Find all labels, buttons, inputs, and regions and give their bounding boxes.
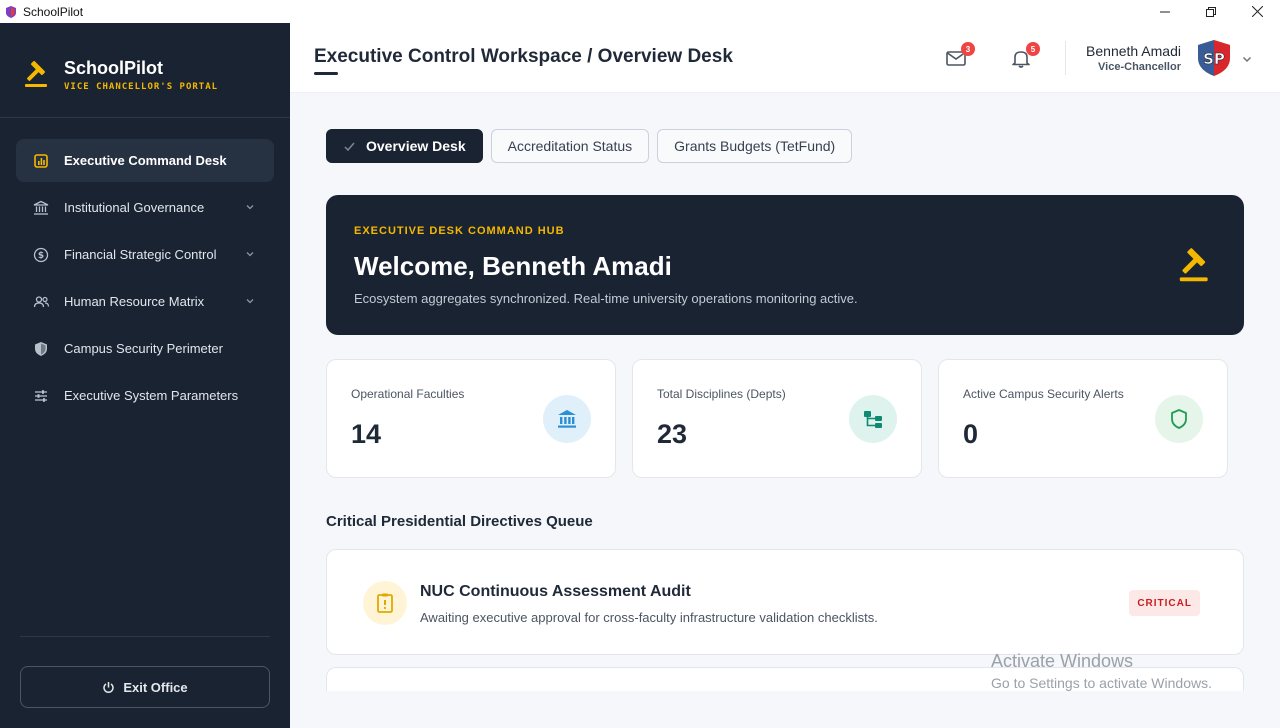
institution-icon — [32, 199, 50, 217]
tab-label: Accreditation Status — [507, 138, 633, 154]
priority-badge: CRITICAL — [1129, 590, 1200, 616]
sidebar-item-campus-security-perimeter[interactable]: Campus Security Perimeter — [16, 327, 274, 370]
user-name: Benneth Amadi — [1086, 43, 1181, 59]
sidebar-item-label: Executive Command Desk — [64, 153, 227, 168]
directive-card[interactable]: NUC Continuous Assessment Audit Awaiting… — [326, 549, 1244, 655]
sidebar: SchoolPilot VICE CHANCELLOR'S PORTAL Exe… — [0, 23, 290, 728]
sliders-icon — [32, 387, 50, 405]
gavel-icon — [25, 60, 47, 87]
tab-accreditation-status[interactable]: Accreditation Status — [490, 129, 650, 163]
window-title: SchoolPilot — [23, 4, 84, 19]
chevron-down-icon — [246, 299, 254, 304]
window-titlebar: SchoolPilot — [0, 0, 1280, 23]
stat-value: 23 — [657, 419, 688, 449]
check-icon — [344, 142, 355, 151]
banner-eyebrow: EXECUTIVE DESK COMMAND HUB — [354, 225, 565, 237]
sidebar-item-human-resource-matrix[interactable]: Human Resource Matrix — [16, 280, 274, 323]
top-header: Executive Control Workspace / Overview D… — [290, 23, 1280, 93]
exit-office-button[interactable]: Exit Office — [20, 666, 270, 708]
stat-label: Active Campus Security Alerts — [963, 387, 1124, 401]
sidebar-divider — [0, 117, 290, 118]
stat-label: Operational Faculties — [351, 387, 465, 401]
stat-label: Total Disciplines (Depts) — [657, 387, 786, 401]
shield-icon — [32, 340, 50, 358]
svg-text:$: $ — [38, 251, 44, 261]
sidebar-item-label: Campus Security Perimeter — [64, 341, 223, 356]
brand: SchoolPilot VICE CHANCELLOR'S PORTAL — [22, 58, 218, 92]
avatar[interactable]: SP — [1196, 39, 1232, 77]
sidebar-item-label: Human Resource Matrix — [64, 294, 205, 309]
tab-bar: Overview Desk Accreditation Status Grant… — [326, 129, 860, 163]
content-bottom-edge — [290, 691, 1280, 728]
page-title-underline — [314, 72, 338, 75]
power-icon — [103, 681, 115, 693]
sidebar-nav: Executive Command Desk Institutional Gov… — [16, 139, 274, 421]
notifications-badge: 5 — [1026, 42, 1040, 56]
tab-grants-budgets[interactable]: Grants Budgets (TetFund) — [657, 129, 853, 163]
banner-subtitle: Ecosystem aggregates synchronized. Real-… — [354, 291, 858, 306]
sidebar-item-label: Financial Strategic Control — [64, 247, 217, 262]
messages-button[interactable]: 3 — [945, 42, 975, 71]
sidebar-item-label: Executive System Parameters — [64, 388, 239, 403]
shield-check-icon — [1155, 395, 1203, 443]
avatar-initials: SP — [1203, 50, 1225, 68]
chevron-down-icon — [246, 205, 254, 210]
restore-button[interactable] — [1188, 0, 1234, 23]
chart-bar-icon — [32, 152, 50, 170]
header-separator — [1065, 41, 1066, 75]
stat-card-faculties: Operational Faculties 14 — [326, 359, 616, 478]
gavel-icon — [1179, 248, 1208, 282]
messages-badge: 3 — [961, 42, 975, 56]
minimize-button[interactable] — [1142, 0, 1188, 23]
stat-card-security-alerts: Active Campus Security Alerts 0 — [938, 359, 1228, 478]
sidebar-item-executive-command-desk[interactable]: Executive Command Desk — [16, 139, 274, 182]
sidebar-item-label: Institutional Governance — [64, 200, 205, 215]
sidebar-item-institutional-governance[interactable]: Institutional Governance — [16, 186, 274, 229]
hierarchy-icon — [849, 395, 897, 443]
chevron-down-icon — [246, 252, 254, 257]
dollar-icon: $ — [32, 246, 50, 264]
directive-description: Awaiting executive approval for cross-fa… — [420, 610, 878, 625]
sidebar-item-financial-strategic-control[interactable]: $ Financial Strategic Control — [16, 233, 274, 276]
windows-activation-watermark: Activate Windows Go to Settings to activ… — [991, 651, 1212, 691]
brand-name: SchoolPilot — [64, 58, 163, 78]
users-icon — [32, 293, 50, 311]
app-logo-icon — [6, 5, 16, 18]
institution-icon — [543, 395, 591, 443]
tab-label: Overview Desk — [366, 138, 466, 154]
user-info[interactable]: Benneth Amadi Vice-Chancellor — [1086, 43, 1181, 73]
banner-title: Welcome, Benneth Amadi — [354, 251, 672, 281]
close-button[interactable] — [1234, 0, 1280, 23]
exit-office-label: Exit Office — [123, 679, 188, 695]
chevron-down-icon[interactable] — [1241, 53, 1253, 65]
stat-card-disciplines: Total Disciplines (Depts) 23 — [632, 359, 922, 478]
page-title: Executive Control Workspace / Overview D… — [314, 46, 733, 67]
sidebar-footer-divider — [20, 636, 270, 637]
notifications-button[interactable]: 5 — [1010, 42, 1040, 71]
brand-subtitle: VICE CHANCELLOR'S PORTAL — [64, 82, 219, 92]
tab-label: Grants Budgets (TetFund) — [674, 138, 836, 154]
watermark-line1: Activate Windows — [991, 651, 1134, 671]
directives-section-title: Critical Presidential Directives Queue — [326, 513, 593, 530]
tab-overview-desk[interactable]: Overview Desk — [326, 129, 483, 163]
stat-value: 0 — [963, 419, 979, 449]
watermark-line2: Go to Settings to activate Windows. — [991, 675, 1212, 691]
sidebar-item-executive-system-parameters[interactable]: Executive System Parameters — [16, 374, 274, 417]
alert-clipboard-icon — [363, 581, 407, 625]
directive-title: NUC Continuous Assessment Audit — [420, 583, 691, 600]
welcome-banner: EXECUTIVE DESK COMMAND HUB Welcome, Benn… — [326, 195, 1244, 335]
stat-value: 14 — [351, 419, 382, 449]
user-role: Vice-Chancellor — [1098, 61, 1181, 73]
